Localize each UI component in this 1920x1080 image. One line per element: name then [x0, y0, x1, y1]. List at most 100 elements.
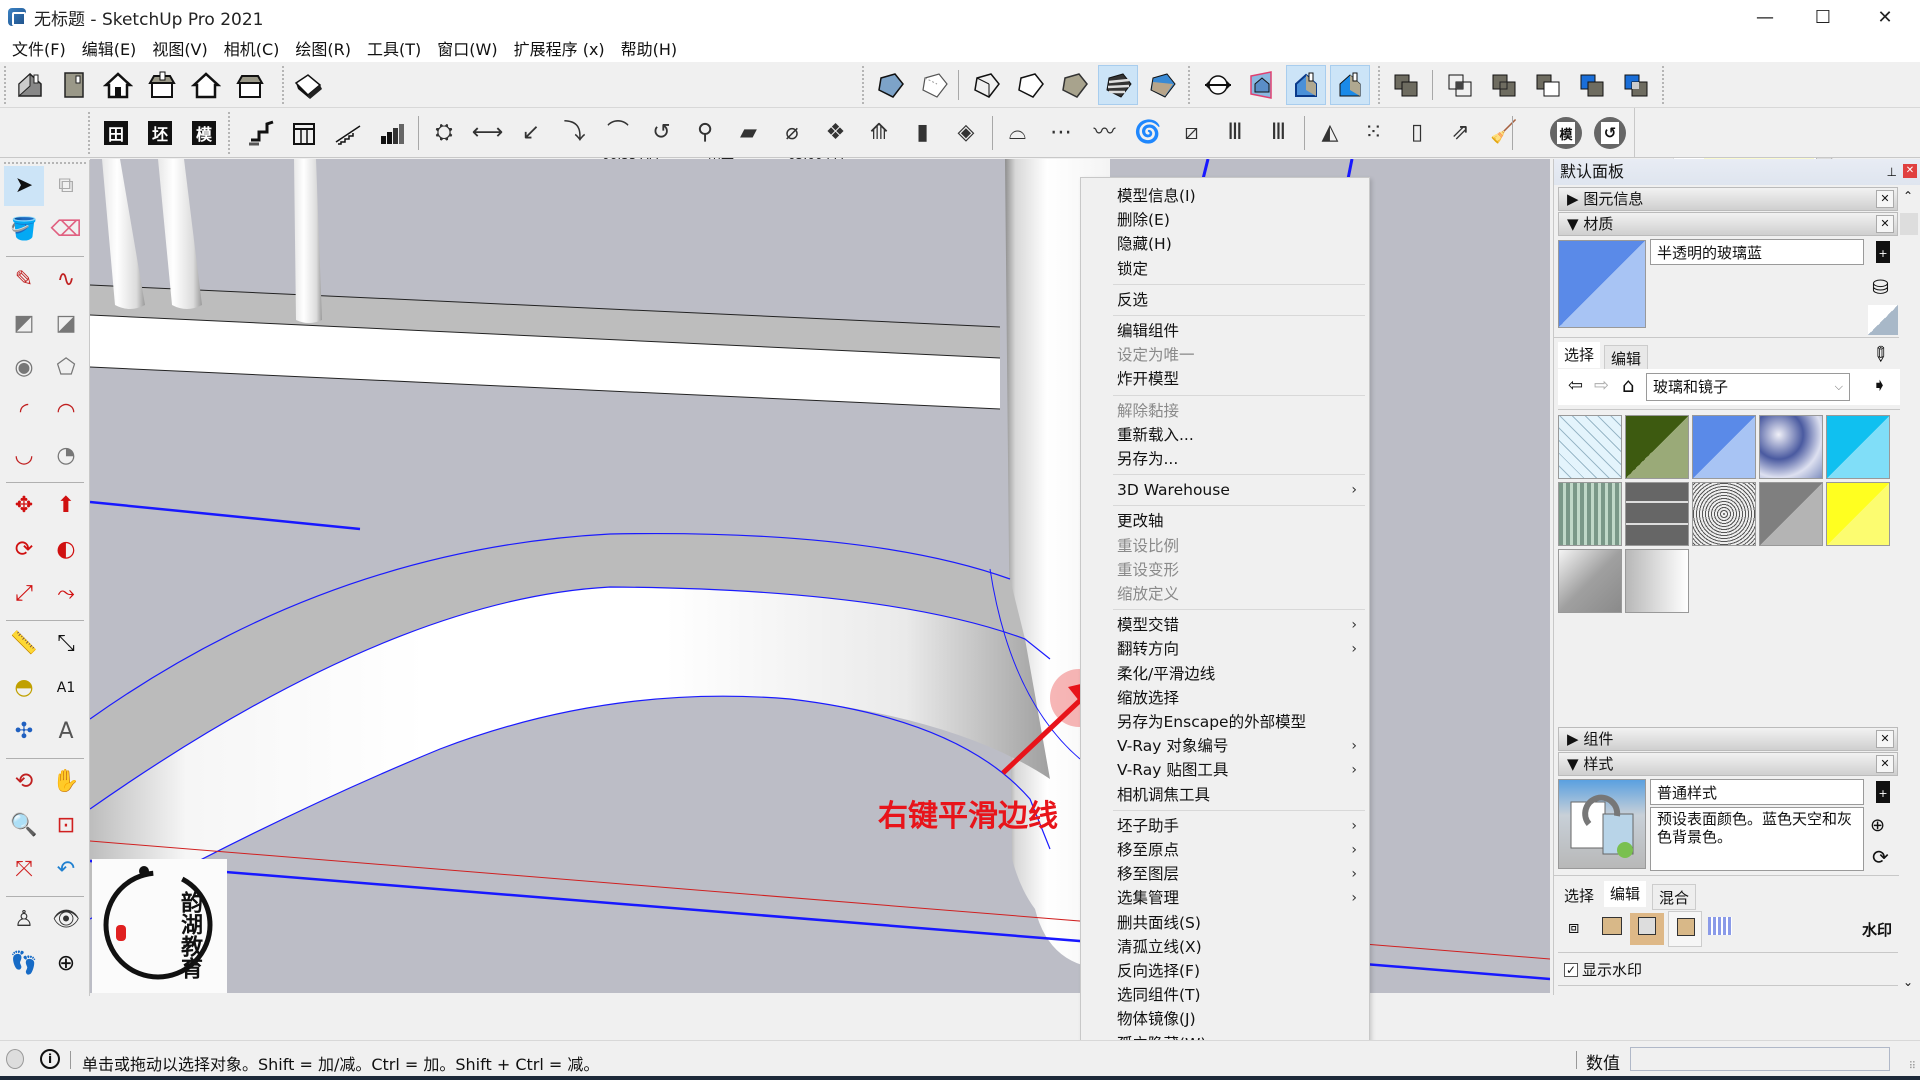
close-section-icon[interactable]: ✕ [1876, 730, 1894, 748]
plugin-pizi-button[interactable]: 坯 [140, 113, 180, 153]
menu-help[interactable]: 帮助(H) [613, 36, 686, 60]
slope-stairs-button[interactable] [328, 113, 368, 153]
shaded-textures-button[interactable] [1098, 65, 1138, 105]
toolbar-grip[interactable] [88, 112, 90, 154]
add-style-icon[interactable]: ⊕ [1870, 815, 1885, 836]
tray-scrollbar[interactable]: ⌃ ⌄ [1898, 185, 1920, 995]
context-menu-item[interactable]: 相机调焦工具 [1117, 783, 1361, 807]
north-arrow-button[interactable]: ⇗ [1441, 113, 1481, 153]
context-menu-item[interactable]: 缩放选择 [1117, 686, 1361, 710]
context-menu-item[interactable]: 反选 [1117, 288, 1361, 312]
context-menu-item[interactable]: 选同组件(T) [1117, 983, 1361, 1007]
x-ray-button[interactable] [870, 65, 910, 105]
front-view-button[interactable] [98, 65, 138, 105]
follow-me-button[interactable]: ↺ [642, 113, 682, 153]
move-tool[interactable]: ✥ [4, 486, 44, 526]
context-menu-item[interactable]: 模型信息(I) [1117, 184, 1361, 208]
context-menu-item[interactable]: 删共面线(S) [1117, 911, 1361, 935]
material-swatch-mirror-light[interactable] [1625, 549, 1689, 613]
styles-tab-select[interactable]: 选择 [1558, 883, 1600, 909]
select-tool[interactable]: ➤ [4, 166, 44, 206]
context-menu-item[interactable]: 锁定 [1117, 257, 1361, 281]
display-section-cuts-button[interactable] [1330, 65, 1370, 105]
bezier-curve-button[interactable]: ⌒ [598, 113, 638, 153]
context-menu-item[interactable]: 移至图层 › [1117, 862, 1361, 886]
plugin-grid-button[interactable]: 田 [96, 113, 136, 153]
material-library-dropdown[interactable]: 玻璃和镜子 ⌵ [1646, 373, 1850, 401]
dots-line-button[interactable]: ⋯ [1041, 113, 1081, 153]
split-button[interactable] [1616, 65, 1656, 105]
context-menu-item[interactable]: 物体镜像(J) [1117, 1007, 1361, 1031]
position-camera-tool[interactable]: ♙ [4, 900, 44, 940]
zoom-tool[interactable]: 🔍 [4, 806, 44, 846]
iso-view-button[interactable] [10, 65, 50, 105]
material-swatch-ribbed-glass[interactable] [1558, 482, 1622, 546]
palette-grip[interactable] [4, 162, 86, 164]
context-menu-item[interactable]: 翻转方向 › [1117, 637, 1361, 661]
trim-button[interactable] [1572, 65, 1612, 105]
dimension-tool[interactable]: ⤡ [46, 624, 86, 664]
rotated-rectangle-tool[interactable]: ◪ [46, 304, 86, 344]
context-menu-item[interactable]: 坯子助手 › [1117, 814, 1361, 838]
rotate-tool[interactable]: ⟳ [4, 530, 44, 570]
material-swatch-gray-glass[interactable] [1759, 482, 1823, 546]
modeling-settings-icon[interactable] [1708, 917, 1732, 935]
eraser-tool[interactable]: ⌫ [46, 210, 86, 250]
materials-tab-select[interactable]: 选择 [1558, 342, 1601, 368]
hidden-line-button[interactable] [1010, 65, 1050, 105]
measurements-input[interactable] [1630, 1047, 1890, 1071]
show-watermark-checkbox-row[interactable]: ✓ 显示水印 [1564, 959, 1642, 980]
context-menu-item[interactable]: 反向选择(F) [1117, 959, 1361, 983]
menu-draw[interactable]: 绘图(R) [287, 36, 359, 60]
material-swatch-glass-block[interactable] [1625, 482, 1689, 546]
walk-tool[interactable]: 👣 [4, 944, 44, 984]
toolbar-grip[interactable] [4, 66, 6, 104]
toolbar-grip[interactable] [228, 112, 230, 154]
material-swatch-cyan-glass[interactable] [1826, 415, 1890, 479]
add-material-icon[interactable]: ⛁ [1872, 275, 1889, 299]
arc-tool[interactable]: ◜ [4, 392, 44, 432]
axes-tool[interactable]: ✣ [4, 712, 44, 752]
curtain-wall-button[interactable]: Ⅲ [1215, 113, 1255, 153]
pencil-tool[interactable]: ✎ [4, 260, 44, 300]
array-dots-button[interactable]: ⁙ [1354, 113, 1394, 153]
context-menu-item[interactable]: 移至原点 › [1117, 838, 1361, 862]
face-settings-icon[interactable] [1602, 917, 1622, 935]
menu-camera[interactable]: 相机(C) [216, 36, 288, 60]
context-menu-item[interactable]: 选集管理 › [1117, 886, 1361, 910]
clean-up-button[interactable]: 🧹 [1484, 113, 1524, 153]
menu-file[interactable]: 文件(F) [4, 36, 74, 60]
background-settings-icon[interactable] [1630, 913, 1664, 945]
create-material-icon[interactable]: + [1876, 241, 1890, 263]
stairs-button[interactable] [240, 113, 280, 153]
intersect-button[interactable] [1440, 65, 1480, 105]
context-menu-item[interactable]: 编辑组件 [1117, 319, 1361, 343]
style-thumbnail[interactable] [1558, 779, 1646, 869]
bar-steps-button[interactable] [372, 113, 412, 153]
shadow-box-button[interactable]: ▯ [1397, 113, 1437, 153]
back-arrow-icon[interactable]: ⇦ [1568, 375, 1583, 396]
home-icon[interactable]: ⌂ [1622, 373, 1635, 397]
close-section-icon[interactable]: ✕ [1876, 215, 1894, 233]
mirror-button[interactable]: ◭ [1310, 113, 1350, 153]
create-style-icon[interactable]: + [1876, 781, 1890, 803]
orbit-tool[interactable]: ⟲ [4, 762, 44, 802]
styles-header[interactable]: ▼ 样式 ✕ [1558, 752, 1898, 776]
arch-button[interactable]: ⌓ [998, 113, 1038, 153]
paint-bucket-tool[interactable]: 🪣 [4, 210, 44, 250]
toolbar-grip[interactable] [1378, 66, 1380, 104]
push-pull-tool[interactable]: ⬆ [46, 486, 86, 526]
context-menu-item[interactable]: 柔化/平滑边线 [1117, 662, 1361, 686]
context-menu-item[interactable]: V-Ray 对象编号 › [1117, 734, 1361, 758]
context-menu-item[interactable]: 另存为Enscape的外部模型 [1117, 710, 1361, 734]
context-menu-item[interactable]: 隐藏(H) [1117, 232, 1361, 256]
menu-window[interactable]: 窗口(W) [429, 36, 505, 60]
paint-tiles-button[interactable]: ◈ [946, 113, 986, 153]
curve-line-button[interactable]: 〰 [1085, 113, 1125, 153]
materials-header[interactable]: ▼ 材质 ✕ [1558, 212, 1898, 236]
section-plane-button[interactable] [1198, 65, 1238, 105]
context-menu-item[interactable]: 模型交错 › [1117, 613, 1361, 637]
zoom-extents-tool[interactable]: ⤧ [4, 850, 44, 890]
union-button[interactable] [1484, 65, 1524, 105]
menu-edit[interactable]: 编辑(E) [74, 36, 145, 60]
